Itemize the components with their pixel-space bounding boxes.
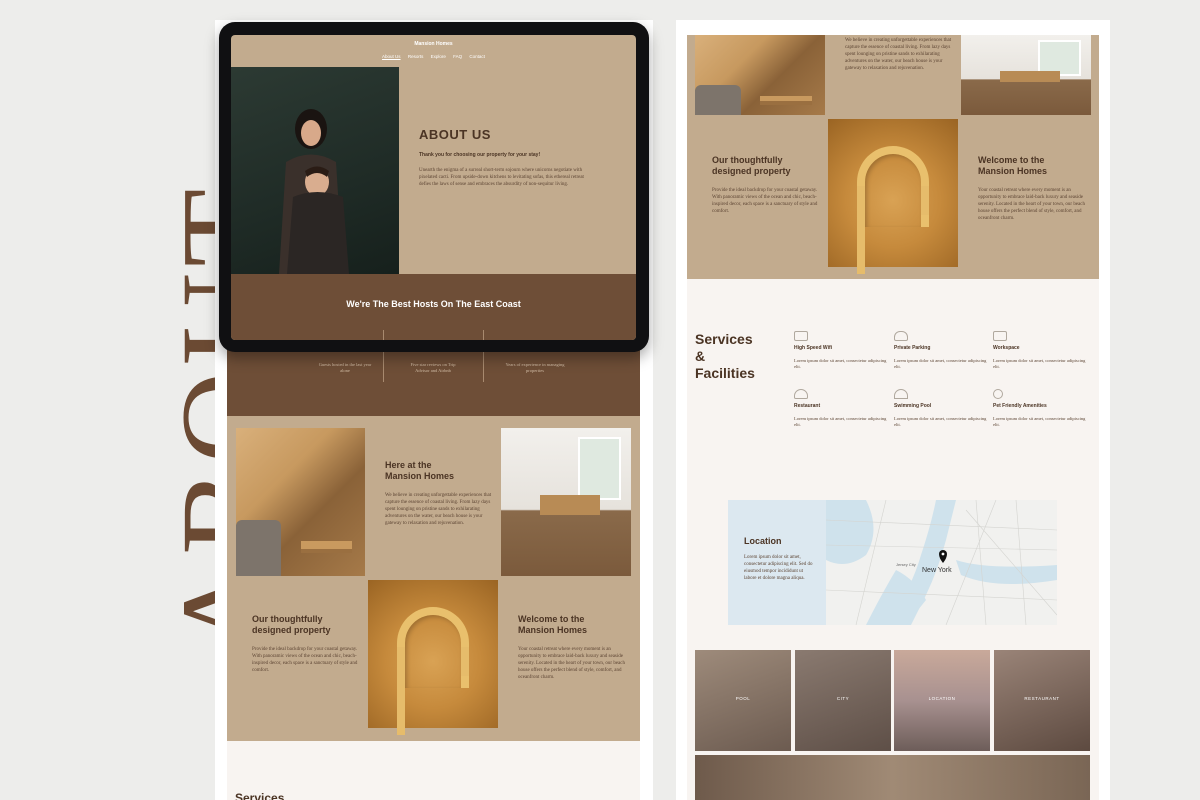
welcome-title: Welcome to the Mansion Homes [518,614,588,635]
tablet-screen: Mansion Homes About Us Resorts Explore F… [231,35,636,340]
here-title: Here at the Mansion Homes [385,460,455,481]
gallery-location[interactable]: LOCATION [894,650,990,751]
hosts-banner: We're The Best Hosts On The East Coast [231,274,636,340]
location-card: Location Lorem ipsum dolor sit amet, con… [728,500,826,625]
stat-guests: Guests hosted in the last year alone [318,362,372,373]
desk-icon [993,331,1007,341]
shadow-room-photo-2 [695,35,825,115]
right-page-panel: We believe in creating unforgettable exp… [676,20,1110,800]
designed-title: Our thoughtfully designed property [252,614,331,635]
location-map[interactable]: New York Jersey City [826,500,1057,625]
stat-years: Years of experience in managing properti… [505,362,565,373]
services-peek-title: Services [235,791,285,800]
nav-faq[interactable]: FAQ [453,54,462,59]
gallery-pool[interactable]: POOL [695,650,791,751]
hosts-photo [231,67,399,274]
about-subtitle: Thank you for choosing our property for … [419,152,541,158]
stat-reviews: Five star reviews on Trip Advisor and Ai… [410,362,456,373]
laptop-icon [794,331,808,341]
right-about-grid: We believe in creating unforgettable exp… [687,35,1099,279]
map-area-label: Jersey City [896,562,916,567]
umbrella-icon [894,389,908,399]
services-heading: Services & Facilities [695,331,755,381]
service-parking: Private Parking Lorem ipsum dolor sit am… [894,331,994,370]
shadow-room-photo [236,428,365,576]
welcome-body: Your coastal retreat where every moment … [518,647,625,680]
right-welcome-block: Welcome to the Mansion Homes Your coasta… [978,155,1090,222]
dish-icon [794,389,808,399]
top-nav: About Us Resorts Explore FAQ Contact [231,54,636,59]
services-section: Services & Facilities High Speed Wifi Lo… [687,279,1099,800]
service-workspace: Workspace Lorem ipsum dolor sit amet, co… [993,331,1093,370]
location-body: Lorem ipsum dolor sit amet, consectetur … [744,555,813,581]
car-icon [894,331,908,341]
about-block: ABOUT US Thank you for choosing our prop… [419,127,594,188]
faucet-photo [368,580,498,736]
gallery-wide-photo [695,755,1090,800]
designed-body: Provide the ideal backdrop for your coas… [252,647,358,673]
interior-photo-2 [961,35,1091,115]
gallery-city[interactable]: CITY [795,650,891,751]
nav-contact[interactable]: Contact [469,54,485,59]
service-pets: Pet Friendly Amenities Lorem ipsum dolor… [993,389,1093,428]
here-block: Here at the Mansion Homes We believe in … [385,460,495,527]
service-restaurant: Restaurant Lorem ipsum dolor sit amet, c… [794,389,894,428]
service-pool: Swimming Pool Lorem ipsum dolor sit amet… [894,389,994,428]
right-designed-body: Provide the ideal backdrop for your coas… [712,188,818,214]
about-title: ABOUT US [419,127,491,142]
nav-explore[interactable]: Explore [431,54,446,59]
service-wifi: High Speed Wifi Lorem ipsum dolor sit am… [794,331,894,370]
location-title: Location [744,536,782,546]
nav-about[interactable]: About Us [382,54,401,59]
right-top-body: We believe in creating unforgettable exp… [845,38,952,71]
right-designed-block: Our thoughtfully designed property Provi… [712,155,822,215]
interior-photo [501,428,631,576]
map-city-label: New York [922,567,952,574]
here-body: We believe in creating unforgettable exp… [385,493,492,526]
brand-logo[interactable]: Mansion Homes [231,41,636,47]
right-welcome-title: Welcome to the Mansion Homes [978,155,1048,176]
pet-icon [993,389,1003,399]
right-designed-title: Our thoughtfully designed property [712,155,791,176]
designed-block: Our thoughtfully designed property Provi… [252,614,362,674]
tablet-device: Mansion Homes About Us Resorts Explore F… [219,22,649,352]
right-welcome-body: Your coastal retreat where every moment … [978,188,1085,221]
welcome-block: Welcome to the Mansion Homes Your coasta… [518,614,628,681]
services-peek: Services [227,741,640,800]
gallery-restaurant[interactable]: RESTAURANT [994,650,1090,751]
faucet-photo-2 [828,119,958,275]
banner-text: We're The Best Hosts On The East Coast [346,299,521,309]
nav-resorts[interactable]: Resorts [408,54,424,59]
about-body: Unearth the enigma of a surreal short-te… [419,168,584,187]
about-grid: Here at the Mansion Homes We believe in … [227,416,640,741]
